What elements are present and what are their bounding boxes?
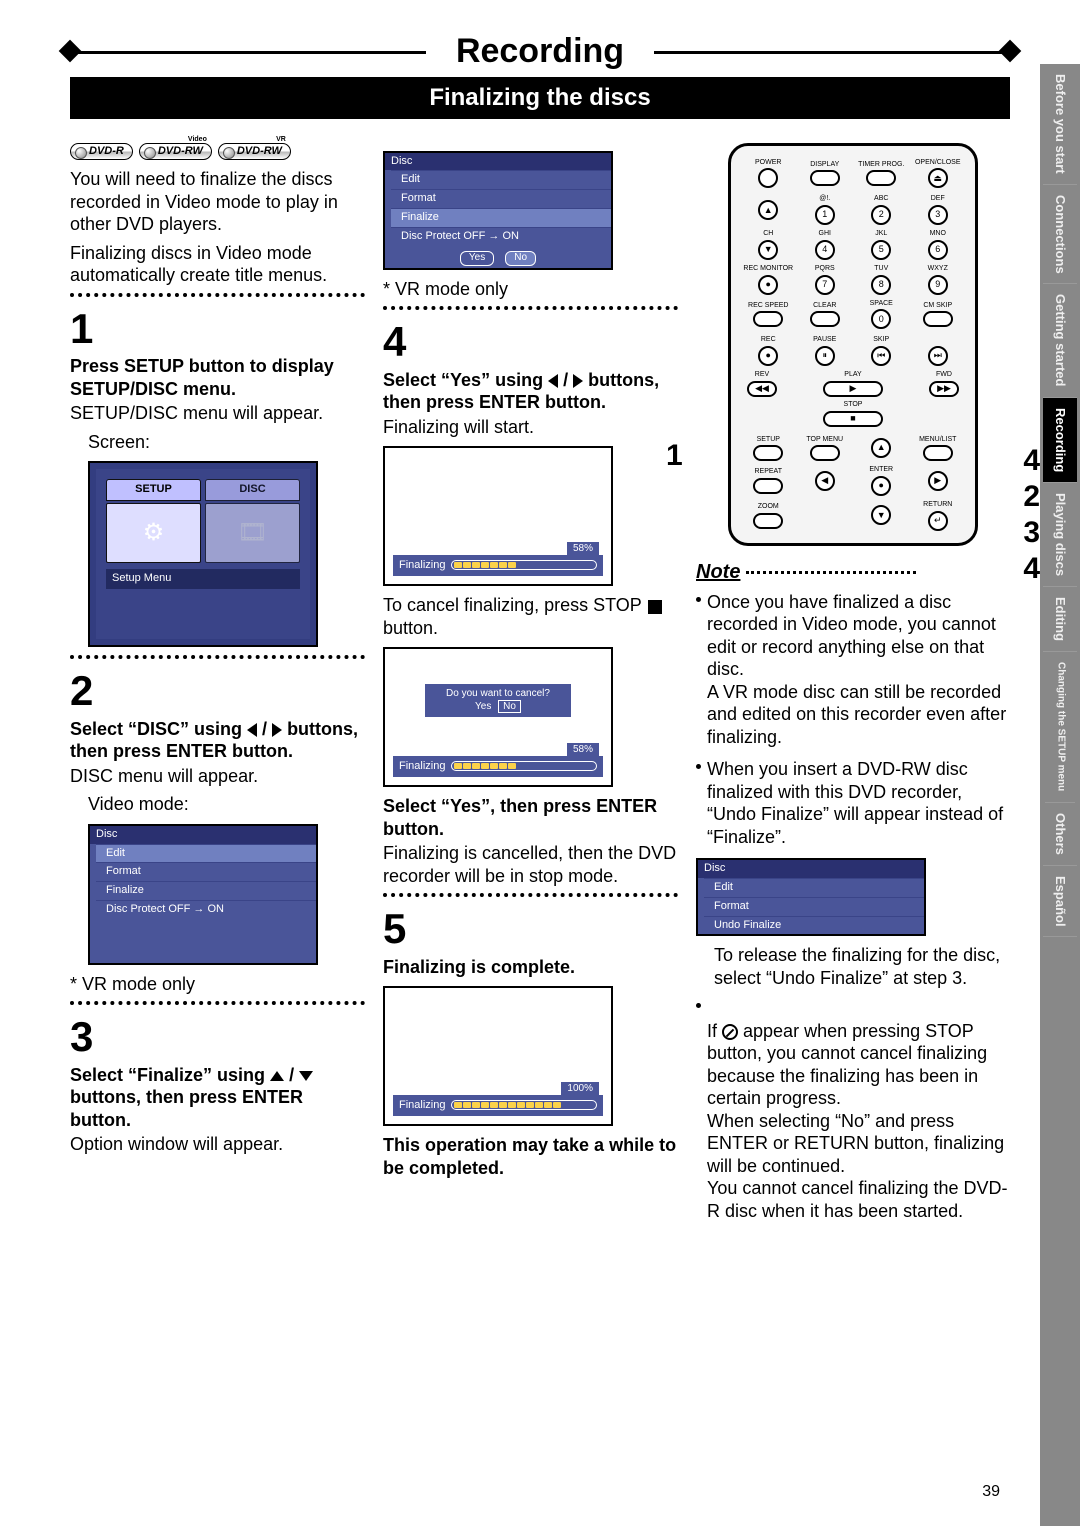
step-2-number: 2 — [70, 665, 365, 718]
finalizing-complete-screen: 100% Finalizing — [383, 986, 613, 1126]
page-title: Recording — [426, 30, 654, 73]
column-2: Disc Edit Format Finalize Disc Protect O… — [383, 143, 678, 1231]
side-nav-item[interactable]: Changing the SETUP menu — [1045, 652, 1076, 802]
page-number: 39 — [982, 1482, 1000, 1502]
note-bullet-3: If appear when pressing STOP button, you… — [696, 995, 1010, 1228]
side-nav-item[interactable]: Getting started — [1043, 284, 1077, 397]
step-5-number: 5 — [383, 903, 678, 956]
step-3-number: 3 — [70, 1011, 365, 1064]
divider — [383, 893, 678, 897]
step-1-heading: Press SETUP button to display SETUP/DISC… — [70, 355, 365, 400]
disc-menu-finalize-screen: Disc Edit Format Finalize Disc Protect O… — [383, 151, 613, 270]
step-1-body: SETUP/DISC menu will appear. — [70, 402, 365, 425]
side-nav-item[interactable]: Editing — [1043, 587, 1077, 652]
setup-disc-screen: SETUP DISC ⚙ 🎞 Setup Menu — [88, 461, 318, 647]
note-bullet-2: When you insert a DVD-RW disc finalized … — [696, 756, 1010, 854]
undo-finalize-note: To release the finalizing for the disc, … — [696, 944, 1010, 989]
page-title-wrap: Recording — [70, 30, 1010, 73]
step-4-body: Finalizing will start. — [383, 416, 678, 439]
step-1-number: 1 — [70, 303, 365, 356]
badge-dvd-rw-vr: VRDVD-RW — [218, 143, 291, 161]
divider — [70, 655, 365, 659]
disc-menu-screen: Disc Edit Format Finalize Disc Protect O… — [88, 824, 318, 965]
completion-warning: This operation may take a while to be co… — [383, 1134, 678, 1179]
step-2-heading: Select “DISC” using / buttons, then pres… — [70, 718, 365, 763]
note-bullet-1: Once you have finalized a disc recorded … — [696, 589, 1010, 755]
column-1: DVD-R VideoDVD-RW VRDVD-RW You will need… — [70, 143, 365, 1231]
badge-dvd-r: DVD-R — [70, 143, 133, 161]
column-3: POWER DISPLAY TIMER PROG. OPEN/CLOSE⏏ ▲ … — [696, 143, 1010, 1231]
remote-callouts-right: 4 2 3 4 — [1023, 443, 1040, 587]
side-nav-item[interactable]: Playing discs — [1043, 483, 1077, 587]
step-3-heading: Select “Finalize” using / buttons, then … — [70, 1064, 365, 1132]
side-nav: Before you start Connections Getting sta… — [1040, 64, 1080, 1526]
intro-1: You will need to finalize the discs reco… — [70, 168, 365, 236]
vr-mode-footnote: * VR mode only — [70, 973, 365, 996]
setup-sliders-icon: ⚙ — [106, 503, 201, 563]
step-5-heading: Finalizing is complete. — [383, 956, 678, 979]
note-heading: Note — [696, 560, 1010, 585]
divider — [383, 306, 678, 310]
side-nav-item[interactable]: Español — [1043, 866, 1077, 938]
step-2-body: DISC menu will appear. — [70, 765, 365, 788]
step-2-screen-label: Video mode: — [70, 793, 365, 816]
step-3-body: Option window will appear. — [70, 1133, 365, 1156]
select-yes-heading: Select “Yes”, then press ENTER button. — [383, 795, 678, 840]
divider — [70, 293, 365, 297]
undo-finalize-screen: Disc Edit Format Undo Finalize — [696, 858, 926, 936]
side-nav-item[interactable]: Before you start — [1043, 64, 1077, 185]
side-nav-item[interactable]: Connections — [1043, 185, 1077, 285]
disc-filmstrip-icon: 🎞 — [205, 503, 300, 563]
remote-callout-left: 1 — [666, 438, 683, 474]
side-nav-item-active[interactable]: Recording — [1043, 398, 1077, 483]
step-4-heading: Select “Yes” using / buttons, then press… — [383, 369, 678, 414]
cancel-finalize-text: To cancel finalizing, press STOP button. — [383, 594, 678, 639]
prohibit-icon — [722, 1024, 738, 1040]
step-1-screen-label: Screen: — [70, 431, 365, 454]
badge-dvd-rw-video: VideoDVD-RW — [139, 143, 212, 161]
page-subtitle: Finalizing the discs — [70, 77, 1010, 119]
intro-2: Finalizing discs in Video mode automatic… — [70, 242, 365, 287]
stop-icon — [648, 600, 662, 614]
select-yes-body: Finalizing is cancelled, then the DVD re… — [383, 842, 678, 887]
finalizing-progress-screen: 58% Finalizing — [383, 446, 613, 586]
remote-control-diagram: POWER DISPLAY TIMER PROG. OPEN/CLOSE⏏ ▲ … — [728, 143, 978, 546]
divider — [70, 1001, 365, 1005]
vr-mode-footnote-2: * VR mode only — [383, 278, 678, 301]
step-4-number: 4 — [383, 316, 678, 369]
cancel-prompt-screen: Do you want to cancel? Yes No 58% Finali… — [383, 647, 613, 787]
disc-badges: DVD-R VideoDVD-RW VRDVD-RW — [70, 143, 365, 161]
side-nav-item[interactable]: Others — [1043, 803, 1077, 866]
